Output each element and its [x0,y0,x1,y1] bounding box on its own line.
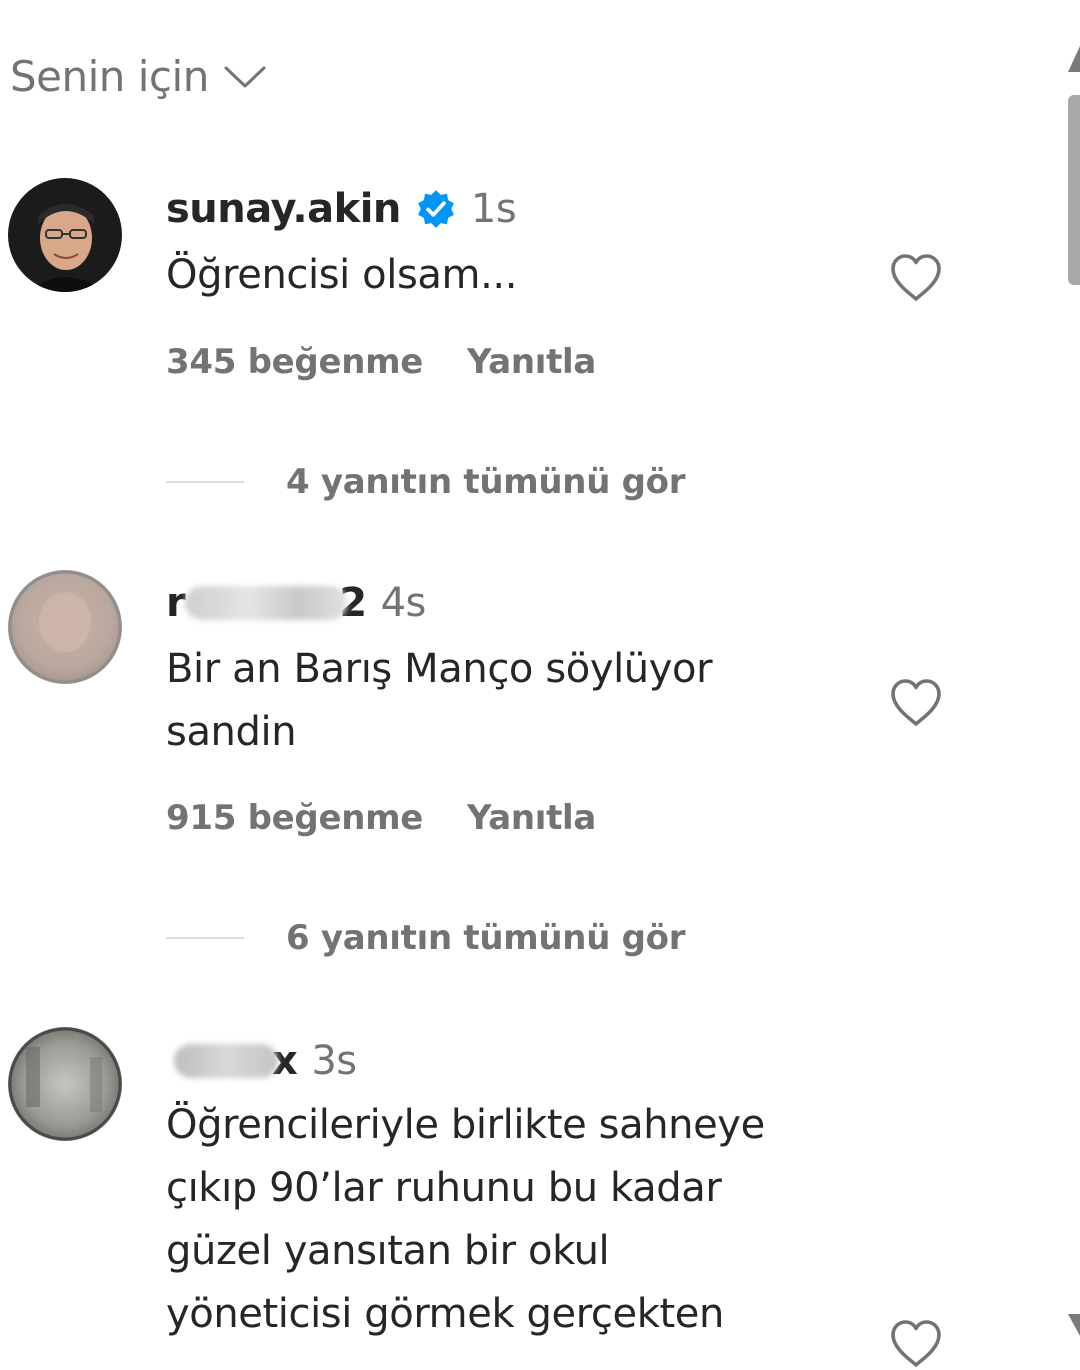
comment-text-line: Bir an Barış Manço söylüyor [166,646,713,692]
comment-header: s x 3s [166,1038,357,1084]
scroll-up-arrow-icon[interactable] [1066,44,1080,74]
view-replies-button[interactable]: 4 yanıtın tümünü gör [166,462,686,502]
reply-button[interactable]: Yanıtla [467,798,596,838]
avatar[interactable] [8,570,122,684]
comment-text-line: yöneticisi görmek gerçekten [166,1291,724,1337]
view-replies-label: 6 yanıtın tümünü gör [286,918,686,958]
likes-count[interactable]: 915 beğenme [166,798,423,838]
comment-time: 3s [311,1038,357,1084]
comment-text-line: Öğrencileriyle birlikte sahneye [166,1102,765,1148]
comment-header: sunay.akin 1s [166,186,517,232]
heart-outline-icon[interactable] [888,1318,944,1370]
comment-text-line: çıkıp 90’lar ruhunu bu kadar [166,1165,722,1211]
scroll-down-arrow-icon[interactable] [1066,1312,1080,1338]
comment-text: Öğrencisi olsam... [166,244,856,307]
username[interactable]: sunay.akin [166,186,401,232]
scrollbar-thumb[interactable] [1068,95,1080,285]
view-replies-button[interactable]: 6 yanıtın tümünü gör [166,918,686,958]
comment-meta: 345 beğenme Yanıtla [166,342,596,382]
comment-text-line: sandin [166,709,297,755]
divider-line [166,937,244,939]
comment-time: 4s [380,580,427,626]
blurred-username [185,586,348,620]
reply-button[interactable]: Yanıtla [467,342,596,382]
verified-badge-icon [418,190,454,228]
username[interactable]: r 2 [166,580,367,626]
likes-count[interactable]: 345 beğenme [166,342,423,382]
divider-line [166,481,244,483]
username-visible-start: r [166,580,186,626]
comment-time: 1s [470,186,517,232]
comment-text: Bir an Barış Manço söylüyor sandin [166,638,856,764]
heart-outline-icon[interactable] [888,677,944,729]
username[interactable]: s x [166,1038,298,1084]
chevron-down-icon [224,66,266,87]
comment-text-line: Öğrencisi olsam... [166,252,518,298]
comment-text-line: güzel yansıtan bir okul [166,1228,610,1274]
avatar[interactable] [8,1027,122,1141]
comment-text: Öğrencileriyle birlikte sahneye çıkıp 90… [166,1094,856,1346]
view-replies-label: 4 yanıtın tümünü gör [286,462,686,502]
comment-header: r 2 4s [166,580,426,626]
blurred-username [174,1044,278,1078]
sort-label: Senin için [10,52,209,101]
sort-dropdown[interactable]: Senin için [10,52,267,101]
comment-meta: 915 beğenme Yanıtla [166,798,596,838]
avatar[interactable] [8,178,122,292]
heart-outline-icon[interactable] [888,252,944,304]
